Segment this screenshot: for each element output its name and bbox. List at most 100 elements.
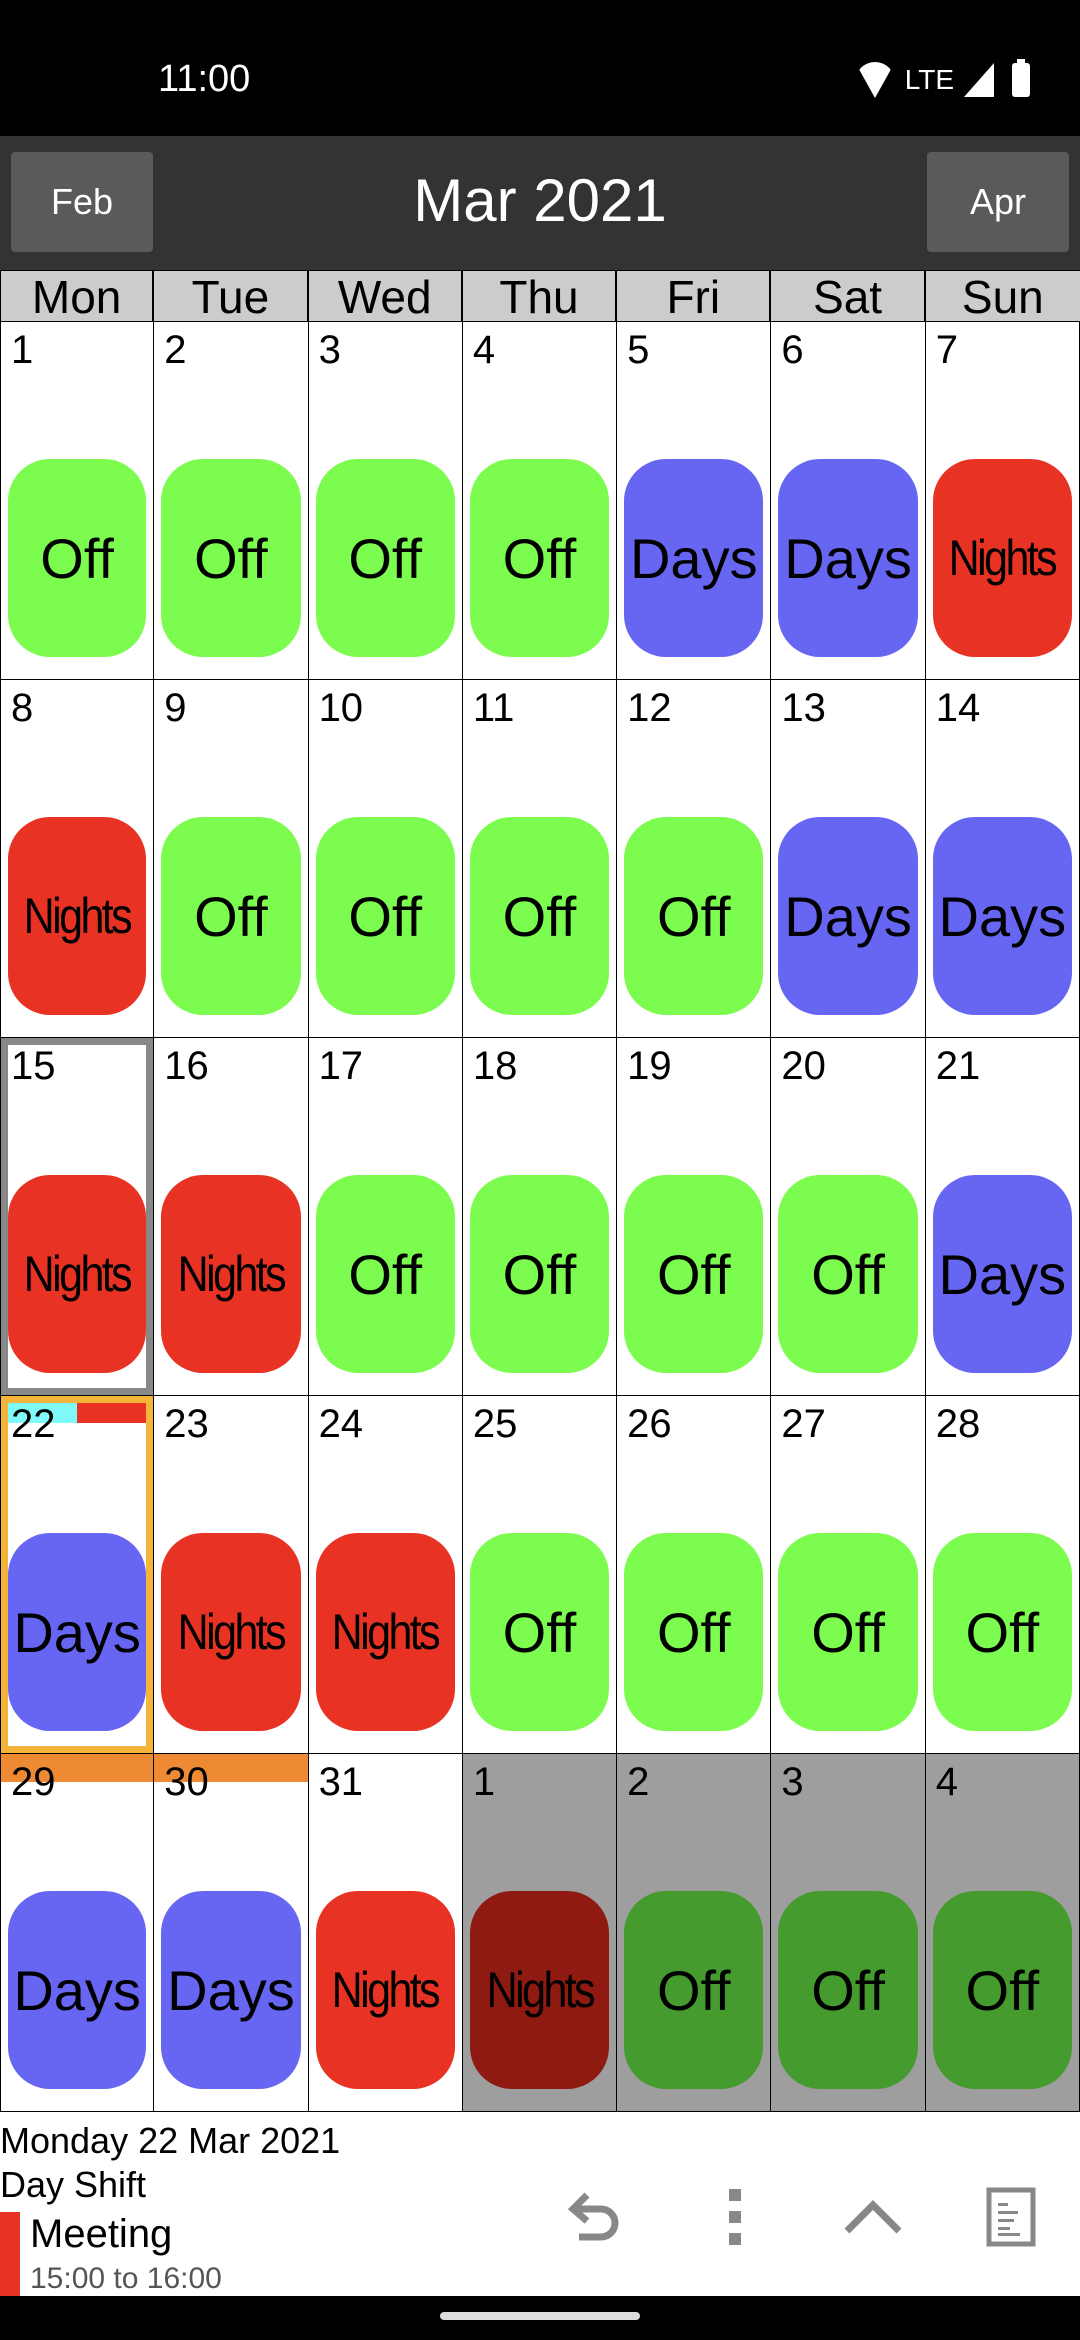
day-cell[interactable]: 25 Off [462,1396,618,1754]
day-cell[interactable]: 10 Off [308,680,463,1038]
shift-badge: Off [315,1175,455,1373]
shift-badge: Days [161,1891,301,2089]
shift-label: Off [811,1242,885,1306]
day-cell[interactable]: 6 Days [771,322,926,680]
day-cell[interactable]: 21 Days [925,1038,1080,1396]
shift-label: Off [40,526,114,590]
day-cell-other-month[interactable]: 1 Nights [462,1754,618,2112]
shift-label: Nights [177,1246,287,1302]
shift-badge: Nights [8,817,147,1015]
shift-badge: Days [8,1533,147,1731]
day-cell[interactable]: 27 Off [771,1396,926,1754]
shift-label: Days [13,1958,141,2022]
shift-badge: Days [932,1175,1072,1373]
shift-badge: Nights [469,1891,610,2089]
shift-label: Nights [23,1246,133,1302]
next-month-button[interactable]: Apr [927,152,1069,252]
day-number: 5 [627,328,650,372]
shift-label: Off [502,884,577,948]
day-number: 15 [11,1044,56,1088]
day-details-panel: Monday 22 Mar 2021 Day Shift Meeting 15:… [0,2112,1080,2296]
day-cell[interactable]: 8 Nights [0,680,155,1038]
day-number: 16 [164,1044,209,1088]
shift-label: Days [784,884,912,948]
shift-badge: Days [778,817,918,1015]
day-number: 24 [318,1402,364,1446]
shift-label: Off [348,1242,423,1306]
event-color-bar [0,2212,20,2296]
day-cell[interactable]: 9 Off [154,680,309,1038]
day-cell[interactable]: 2 Off [154,322,309,680]
shift-badge: Off [624,1175,764,1373]
month-header: Feb Mar 2021 Apr [0,136,1080,270]
home-gesture-handle[interactable] [440,2312,640,2320]
day-number: 22 [11,1402,56,1446]
day-number: 19 [627,1044,672,1088]
day-cell[interactable]: 16 Nights [154,1038,309,1396]
day-number: 29 [11,1760,56,1804]
day-cell[interactable]: 11 Off [462,680,618,1038]
day-cell[interactable]: 19 Off [617,1038,772,1396]
day-number: 7 [935,328,958,372]
shift-badge: Days [778,459,918,657]
shift-badge: Nights [932,459,1072,657]
day-number: 4 [935,1760,958,1804]
wifi-icon [854,62,895,98]
day-cell[interactable]: 29 Days [0,1754,155,2112]
day-cell[interactable]: 1 Off [0,322,155,680]
shift-label: Nights [949,530,1058,586]
weeks-grid: 1 Off 2 Off 3 Off 4 Off 5 Days 6 Days 7 Nights 8 Nights… [0,322,1080,2112]
day-cell[interactable]: 23 Nights [154,1396,309,1754]
day-cell[interactable]: 31 Nights [308,1754,463,2112]
shift-label: Off [502,526,577,590]
shift-badge: Off [778,1533,918,1731]
day-cell[interactable]: 20 Off [771,1038,926,1396]
weekday-header-row: Mon Tue Wed Thu Fri Sat Sun [0,270,1080,322]
day-cell[interactable]: 17 Off [308,1038,463,1396]
expand-button[interactable] [838,2182,908,2252]
shift-label: Off [656,1242,731,1306]
day-number: 23 [164,1402,209,1446]
day-cell[interactable]: 26 Off [617,1396,772,1754]
day-cell[interactable]: 3 Off [308,322,463,680]
day-number: 11 [472,686,515,730]
day-cell[interactable]: 22 Days [0,1396,155,1754]
shift-label: Nights [486,1962,595,2018]
day-cell[interactable]: 12 Off [617,680,772,1038]
shift-label: Days [784,526,912,590]
shift-label: Off [502,1600,577,1664]
day-number: 1 [472,1760,496,1804]
day-number: 4 [472,328,496,372]
day-cell-other-month[interactable]: 2 Off [617,1754,772,2112]
undo-button[interactable] [560,2182,630,2252]
selected-shift-name: Day Shift [0,2164,147,2205]
shift-label: Off [965,1600,1040,1664]
day-cell[interactable]: 28 Off [925,1396,1080,1754]
day-cell[interactable]: 4 Off [462,322,618,680]
shift-label: Off [656,884,731,948]
day-number: 9 [164,686,187,730]
day-cell[interactable]: 7 Nights [925,322,1080,680]
more-options-button[interactable] [700,2182,770,2252]
day-cell[interactable]: 14 Days [925,680,1080,1038]
day-cell[interactable]: 13 Days [771,680,926,1038]
shift-label: Days [13,1600,141,1664]
notes-button[interactable] [976,2182,1046,2252]
day-cell[interactable]: 15 Nights [0,1038,155,1396]
shift-label: Off [194,884,268,948]
day-cell[interactable]: 30 Days [154,1754,309,2112]
event-title[interactable]: Meeting [30,2212,172,2257]
event-indicator-strip [77,1403,147,1423]
day-number: 8 [11,686,34,730]
shift-label: Off [348,526,423,590]
day-cell-other-month[interactable]: 3 Off [771,1754,926,2112]
day-number: 18 [472,1044,518,1088]
day-cell[interactable]: 18 Off [462,1038,618,1396]
shift-badge: Nights [315,1891,455,2089]
day-cell[interactable]: 5 Days [617,322,772,680]
day-cell[interactable]: 24 Nights [308,1396,463,1754]
shift-label: Days [629,526,758,590]
shift-label: Off [194,526,268,590]
day-cell-other-month[interactable]: 4 Off [925,1754,1080,2112]
weekday-label: Fri [617,271,772,321]
